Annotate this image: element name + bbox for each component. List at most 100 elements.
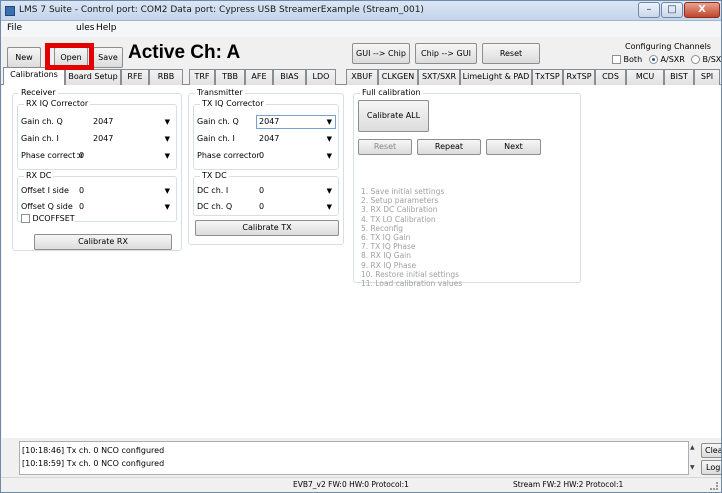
gui-to-chip-button[interactable]: GUI --> Chip (352, 43, 410, 64)
tab-mcu[interactable]: MCU (626, 69, 664, 85)
calibration-step: 4. TX LO Calibration (361, 214, 436, 224)
tab-afe[interactable]: AFE (245, 69, 273, 85)
resize-grip[interactable] (710, 482, 718, 490)
log-line: [10:18:59] Tx ch. 0 NCO configured (22, 459, 165, 468)
tab-rfe[interactable]: RFE (121, 69, 149, 85)
channel-b-radio[interactable]: B/SXT (691, 55, 721, 64)
tab-xbuf[interactable]: XBUF (346, 69, 378, 85)
tx-gain-q-combo[interactable]: 2047 ▼ (256, 115, 336, 129)
calibration-step: 9. RX IQ Phase (361, 260, 417, 270)
tx-gain-q-value[interactable]: 2047 (259, 117, 279, 126)
calibrate-rx-button[interactable]: Calibrate RX (34, 234, 172, 250)
tx-phase-value: 0 (259, 151, 265, 160)
dc-q-value: 0 (259, 202, 265, 211)
calibration-steps-list: 1. Save initial settings 2. Setup parame… (361, 187, 462, 288)
tab-sxt-sxr[interactable]: SXT/SXR (418, 69, 460, 85)
title-bar[interactable]: LMS 7 Suite - Control port: COM2 Data po… (1, 1, 721, 21)
new-button[interactable]: New (7, 47, 41, 68)
rx-gain-q-label: Gain ch. Q (21, 117, 63, 126)
offset-i-combo[interactable]: 0 ▼ (76, 184, 174, 198)
offset-q-value: 0 (79, 202, 85, 211)
offset-i-value: 0 (79, 186, 85, 195)
chevron-down-icon[interactable]: ▼ (327, 116, 332, 128)
tab-bar: Calibrations Board Setup RFE RBB TRF TBB… (1, 67, 721, 86)
menu-help[interactable]: Help (96, 23, 117, 33)
dc-q-combo[interactable]: 0 ▼ (256, 200, 336, 214)
both-checkbox[interactable]: Both (612, 55, 642, 64)
app-icon (5, 6, 15, 16)
rx-iq-corrector-title: RX IQ Corrector (24, 99, 91, 108)
log-output[interactable]: [10:18:46] Tx ch. 0 NCO configured [10:1… (19, 441, 689, 475)
save-button[interactable]: Save (93, 47, 123, 68)
transmitter-group: Transmitter TX IQ Corrector Gain ch. Q 2… (188, 88, 344, 245)
chevron-down-icon[interactable]: ▼ (327, 185, 332, 197)
rx-gain-q-combo[interactable]: 2047 ▼ (90, 115, 174, 129)
dcoffset-checkbox[interactable]: DCOFFSET (21, 214, 75, 223)
tab-spi[interactable]: SPI (694, 69, 720, 85)
tab-board-setup[interactable]: Board Setup (65, 69, 121, 85)
log-button[interactable]: Log (701, 460, 721, 475)
log-scroll-down-icon[interactable]: ▼ (690, 464, 695, 471)
rx-dc-title: RX DC (24, 171, 54, 180)
menu-modules[interactable]: ules (76, 23, 94, 33)
tab-limelight-pad[interactable]: LimeLight & PAD (460, 69, 532, 85)
channel-a-label: A/SXR (660, 55, 685, 64)
rx-phase-combo[interactable]: 0 ▼ (76, 149, 174, 163)
menu-file[interactable]: File (7, 23, 22, 33)
log-scroll-up-icon[interactable]: ▲ (690, 444, 695, 451)
configuring-channels-label: Configuring Channels (625, 42, 711, 51)
rx-gain-i-label: Gain ch. I (21, 134, 59, 143)
calibrate-all-button[interactable]: Calibrate ALL (358, 100, 429, 132)
dc-q-label: DC ch. Q (197, 202, 233, 211)
tab-txtsp[interactable]: TxTSP (532, 69, 563, 85)
menu-bar: File ules Help (1, 21, 721, 37)
channel-b-radio-dot[interactable] (691, 55, 700, 64)
chevron-down-icon[interactable]: ▼ (165, 201, 170, 213)
tab-rbb[interactable]: RBB (149, 69, 183, 85)
chevron-down-icon[interactable]: ▼ (327, 133, 332, 145)
close-button[interactable]: X (684, 2, 720, 18)
offset-q-label: Offset Q side (21, 202, 73, 211)
calibration-step: 5. Reconfig (361, 223, 403, 233)
rx-phase-label: Phase corrector (21, 151, 84, 160)
transmitter-title: Transmitter (195, 88, 245, 97)
tx-iq-corrector-group: TX IQ Corrector Gain ch. Q 2047 ▼ Gain c… (193, 99, 339, 170)
tx-phase-combo[interactable]: 0 ▼ (256, 149, 336, 163)
rx-gain-i-value: 2047 (93, 134, 114, 143)
both-checkbox-box[interactable] (612, 55, 621, 64)
repeat-button[interactable]: Repeat (417, 139, 481, 155)
calibration-step: 11. Load calibration values (361, 279, 463, 289)
tab-cds[interactable]: CDS (595, 69, 626, 85)
channel-a-radio[interactable]: A/SXR (649, 55, 685, 64)
chevron-down-icon[interactable]: ▼ (165, 150, 170, 162)
full-cal-reset-button[interactable]: Reset (358, 139, 412, 155)
full-calibration-title: Full calibration (360, 88, 423, 97)
chevron-down-icon[interactable]: ▼ (165, 185, 170, 197)
calibrate-tx-button[interactable]: Calibrate TX (195, 220, 339, 236)
tab-bias[interactable]: BIAS (273, 69, 306, 85)
rx-gain-i-combo[interactable]: 2047 ▼ (90, 132, 174, 146)
chevron-down-icon[interactable]: ▼ (327, 201, 332, 213)
tab-rxtsp[interactable]: RxTSP (563, 69, 595, 85)
tab-clkgen[interactable]: CLKGEN (378, 69, 418, 85)
tab-tbb[interactable]: TBB (215, 69, 245, 85)
chevron-down-icon[interactable]: ▼ (165, 116, 170, 128)
offset-i-label: Offset I side (21, 186, 69, 195)
tab-trf[interactable]: TRF (189, 69, 215, 85)
maximize-button[interactable]: □ (661, 2, 683, 18)
minimize-button[interactable]: – (638, 2, 660, 18)
tab-bist[interactable]: BIST (664, 69, 694, 85)
chip-to-gui-button[interactable]: Chip --> GUI (415, 43, 477, 64)
board-status: EVB7_v2 FW:0 HW:0 Protocol:1 (293, 480, 409, 489)
chevron-down-icon[interactable]: ▼ (165, 133, 170, 145)
tab-ldo[interactable]: LDO (306, 69, 336, 85)
reset-button[interactable]: Reset (482, 43, 540, 64)
dc-i-combo[interactable]: 0 ▼ (256, 184, 336, 198)
chevron-down-icon[interactable]: ▼ (327, 150, 332, 162)
channel-a-radio-dot[interactable] (649, 55, 658, 64)
next-button[interactable]: Next (486, 139, 541, 155)
clear-log-button[interactable]: Clea (701, 443, 721, 458)
tx-gain-i-combo[interactable]: 2047 ▼ (256, 132, 336, 146)
offset-q-combo[interactable]: 0 ▼ (76, 200, 174, 214)
dcoffset-checkbox-box[interactable] (21, 214, 30, 223)
